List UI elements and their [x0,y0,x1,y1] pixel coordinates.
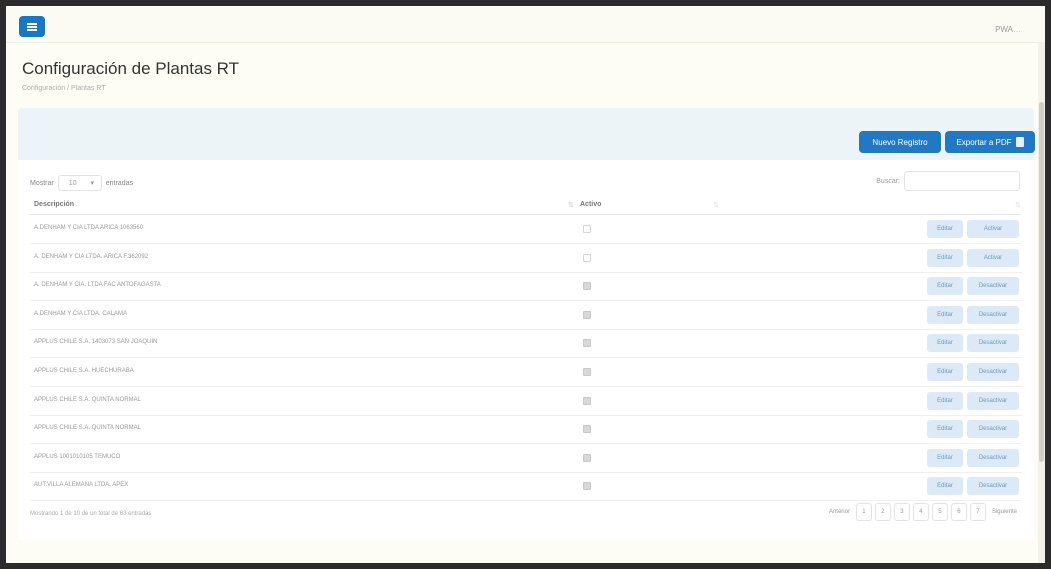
search-control: Buscar: [876,171,1020,191]
search-input[interactable] [904,171,1020,191]
page-length-select[interactable]: 10 ▾ [57,175,102,191]
active-checkbox[interactable] [583,453,591,462]
user-menu-dots-icon[interactable]: … [1013,25,1021,34]
edit-button[interactable]: Editar [927,248,963,267]
active-checkbox[interactable] [583,339,591,348]
page-length-control: Mostrar 10 ▾ entradas [30,175,133,191]
pagination-previous[interactable]: Anterior [826,504,853,520]
table-row: A. DENHAM Y CIA LTDA. ARICA F.362092 Edit… [30,244,1022,273]
active-checkbox[interactable] [583,253,591,262]
pagination-page[interactable]: 4 [912,503,929,521]
row-description: AUT.VILLA ALEMANA LTDA. APEX [34,482,129,489]
row-description: APPLUS CHILE S.A. QUINTA NORMAL [34,425,141,432]
table-row: A.DENHAM Y CIA LTDA. CALAMA Editar Desacti… [30,301,1022,330]
active-checkbox[interactable] [583,396,591,405]
row-description: APPLUS CHILE S.A. 1403073 SAN JOAQUIN [34,339,158,346]
edit-button[interactable]: Editar [927,334,963,353]
table-row: AUT.VILLA ALEMANA LTDA. APEX Editar Desact… [30,472,1022,502]
deactivate-button[interactable]: Desactivar [967,448,1019,467]
row-description: APPLUS CHILE S.A. QUINTA NORMAL [34,396,141,403]
pagination-page[interactable]: 5 [931,503,948,521]
row-description: A.DENHAM Y CIA LTDA ARICA 1063560 [34,225,144,231]
pagination-page[interactable]: 6 [950,503,967,521]
menu-toggle-button[interactable] [19,16,45,37]
active-checkbox[interactable] [583,425,591,434]
breadcrumb: Configuración / Plantas RT [22,85,106,92]
active-checkbox[interactable] [583,482,591,491]
deactivate-button[interactable]: Desactivar [967,277,1019,296]
pdf-file-icon [1015,137,1024,147]
edit-button[interactable]: Editar [927,220,963,238]
deactivate-button[interactable]: Desactivar [967,477,1019,496]
table-row: APPLUS CHILE S.A. 1403073 SAN JOAQUIN Edi… [30,329,1022,359]
pagination-page[interactable]: 7 [969,503,986,521]
table-info: Mostrando 1 de 10 de un total de 63 entr… [30,511,152,517]
activate-button[interactable]: Activar [967,248,1019,267]
table-row: A.DENHAM Y CIA LTDA ARICA 1063560 Editar A… [30,215,1022,244]
table-row: APPLUS 1001010105 TEMUCO Editar Desactivar [30,444,1022,473]
pagination-page[interactable]: 2 [874,503,891,521]
row-description: APPLUS CHILE S.A. HUECHURABA [34,368,134,374]
active-checkbox[interactable] [583,225,591,233]
table-row: APPLUS CHILE S.A. QUINTA NORMAL Editar Des… [30,387,1022,416]
export-pdf-button[interactable]: Exportar a PDF [945,131,1035,153]
edit-button[interactable]: Editar [927,305,963,324]
edit-button[interactable]: Editar [927,477,963,496]
table-panel: Mostrar 10 ▾ entradas Buscar: Descripció… [18,160,1034,540]
row-description: APPLUS 1001010105 TEMUCO [34,453,121,460]
search-label: Buscar: [876,177,900,185]
pagination: Anterior 1 2 3 4 5 6 7 Siguiente [826,503,1020,521]
edit-button[interactable]: Editar [927,448,963,467]
pagination-next[interactable]: Siguiente [989,504,1020,520]
column-header-description[interactable]: Descripción [34,201,74,208]
deactivate-button[interactable]: Desactivar [967,391,1019,410]
edit-button[interactable]: Editar [927,420,963,439]
chevron-down-icon: ▾ [90,180,95,187]
table-row: APPLUS CHILE S.A. QUINTA NORMAL Editar Des… [30,415,1022,445]
sort-icon[interactable]: ⇅ [1015,201,1021,209]
active-checkbox[interactable] [583,310,591,319]
active-checkbox[interactable] [583,368,591,376]
column-header-active[interactable]: Activo [580,201,601,208]
content-area: Nuevo Registro Exportar a PDF Mostrar 10… [18,108,1035,540]
edit-button[interactable]: Editar [927,277,963,296]
length-prefix: Mostrar [30,179,54,187]
table-row: APPLUS CHILE S.A. HUECHURABA Editar Desact… [30,358,1022,387]
active-checkbox[interactable] [583,282,591,291]
row-description: A. DENHAM Y CIA LTDA. ARICA F.362092 [34,253,149,260]
deactivate-button[interactable]: Desactivar [967,363,1019,381]
sort-icon[interactable]: ⇅ [713,201,719,209]
new-record-button[interactable]: Nuevo Registro [859,131,941,153]
length-suffix: entradas [105,179,133,187]
edit-button[interactable]: Editar [927,391,963,410]
page-title: Configuración de Plantas RT [22,59,240,78]
scrollbar[interactable] [1038,42,1045,563]
deactivate-button[interactable]: Desactivar [967,334,1019,353]
row-description: A.DENHAM Y CIA LTDA. CALAMA [34,310,128,317]
user-name[interactable]: PWA [995,25,1013,34]
export-pdf-label: Exportar a PDF [956,137,1012,147]
new-record-label: Nuevo Registro [872,137,928,147]
top-bar: PWA … [6,6,1045,43]
table-row: A. DENHAM Y CIA. LTDA FAC ANTOFAGASTA Edi… [30,272,1022,302]
pagination-page[interactable]: 1 [855,503,872,521]
scrollbar-thumb[interactable] [1039,102,1044,462]
hamburger-icon [27,22,37,31]
deactivate-button[interactable]: Desactivar [967,420,1019,439]
pagination-page[interactable]: 3 [893,503,910,521]
sort-icon[interactable]: ⇅ [568,201,574,209]
edit-button[interactable]: Editar [927,363,963,381]
activate-button[interactable]: Activar [967,220,1019,238]
deactivate-button[interactable]: Desactivar [967,305,1019,324]
app-window: PWA … Configuración de Plantas RT Config… [6,6,1045,563]
page-length-value: 10 [68,179,77,187]
table-header: Descripción ⇅ Activo ⇅ ⇅ [30,198,1022,215]
row-description: A. DENHAM Y CIA. LTDA FAC ANTOFAGASTA [34,282,161,289]
